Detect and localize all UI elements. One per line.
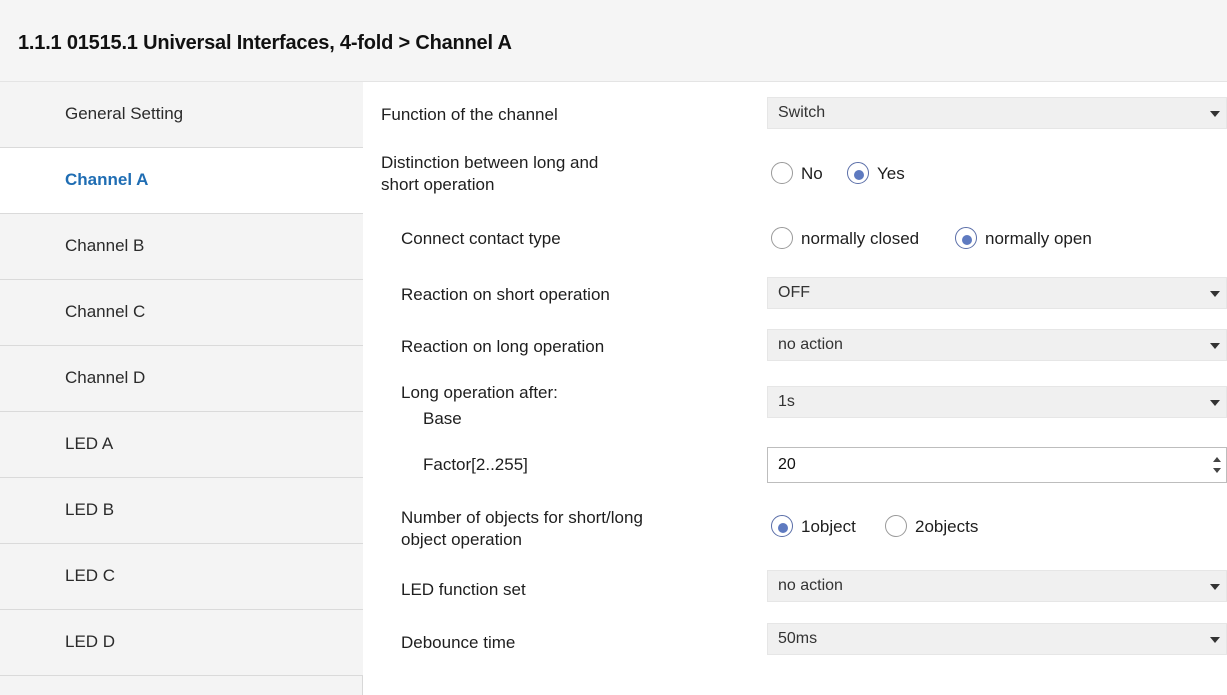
sidebar-item-label: General Setting [65,104,184,123]
sidebar-item-channel-b[interactable]: Channel B [0,214,363,280]
function-value: Switch [778,104,826,121]
sidebar-item-label: Channel B [65,236,145,255]
long-base-value: 1s [778,393,795,410]
function-label: Function of the channel [381,105,558,124]
sidebar-item-label: LED C [65,566,116,585]
sidebar-item-general-setting[interactable]: General Setting [0,82,363,148]
radio-label: 1object [801,517,856,536]
short-reaction-value: OFF [778,284,810,301]
distinction-label-line2: short operation [381,175,495,194]
radio-label: normally open [985,229,1092,248]
sidebar-item-led-a[interactable]: LED A [0,412,363,478]
distinction-label-line1: Distinction between long and [381,153,599,172]
long-reaction-value: no action [778,336,843,353]
contact-type-radio-group: normally closed normally open [771,226,1131,252]
spin-up-icon[interactable] [1212,456,1222,464]
chevron-down-icon [1210,637,1220,643]
short-reaction-select[interactable]: OFF [767,277,1227,309]
long-base-select[interactable]: 1s [767,386,1227,418]
radio-circle [847,162,869,184]
radio-circle [955,227,977,249]
chevron-down-icon [1210,111,1220,117]
sidebar-item-label: LED A [65,434,114,453]
objects-radio-group: 1object 2objects [771,514,1011,540]
parameter-panel: Function of the channel Switch Distincti… [363,82,1227,695]
radio-label: 2objects [915,517,979,536]
long-reaction-select[interactable]: no action [767,329,1227,361]
factor-label: Factor[2..255] [423,455,528,474]
chevron-down-icon [1210,291,1220,297]
radio-circle [771,162,793,184]
title-bar: 1.1.1 01515.1 Universal Interfaces, 4-fo… [0,0,1227,82]
page-title: 1.1.1 01515.1 Universal Interfaces, 4-fo… [18,32,512,54]
sidebar-item-label: Channel A [65,170,149,189]
sidebar-item-channel-a[interactable]: Channel A [0,148,364,214]
sidebar-item-led-c[interactable]: LED C [0,544,363,610]
function-select[interactable]: Switch [767,97,1227,129]
spin-down-icon[interactable] [1212,467,1222,475]
long-reaction-label: Reaction on long operation [401,337,605,356]
long-base-label-line2: Base [423,409,462,428]
objects-label-line1: Number of objects for short/long [401,508,643,527]
sidebar-item-label: Channel C [65,302,146,321]
sidebar: General Setting Channel A Channel B Chan… [0,82,364,695]
radio-label: Yes [877,164,905,183]
chevron-down-icon [1210,343,1220,349]
radio-circle [771,515,793,537]
contact-type-label: Connect contact type [401,229,561,248]
long-base-label-line1: Long operation after: [401,383,558,402]
objects-label-line2: object operation [401,530,522,549]
debounce-value: 50ms [778,630,818,647]
sidebar-item-channel-c[interactable]: Channel C [0,280,363,346]
debounce-select[interactable]: 50ms [767,623,1227,655]
led-function-value: no action [778,577,843,594]
short-reaction-label: Reaction on short operation [401,285,610,304]
led-function-label: LED function set [401,580,526,599]
radio-circle [885,515,907,537]
sidebar-item-label: Channel D [65,368,146,387]
sidebar-item-led-b[interactable]: LED B [0,478,363,544]
radio-circle [771,227,793,249]
sidebar-item-label: LED D [65,632,116,651]
chevron-down-icon [1210,584,1220,590]
factor-input[interactable]: 20 [767,447,1227,483]
sidebar-item-channel-d[interactable]: Channel D [0,346,363,412]
factor-value: 20 [778,456,796,473]
led-function-select[interactable]: no action [767,570,1227,602]
chevron-down-icon [1210,400,1220,406]
distinction-radio-group: No Yes [771,161,931,187]
sidebar-item-label: LED B [65,500,115,519]
sidebar-item-led-d[interactable]: LED D [0,610,363,676]
radio-label: No [801,164,823,183]
debounce-label: Debounce time [401,633,516,652]
radio-label: normally closed [801,229,920,248]
